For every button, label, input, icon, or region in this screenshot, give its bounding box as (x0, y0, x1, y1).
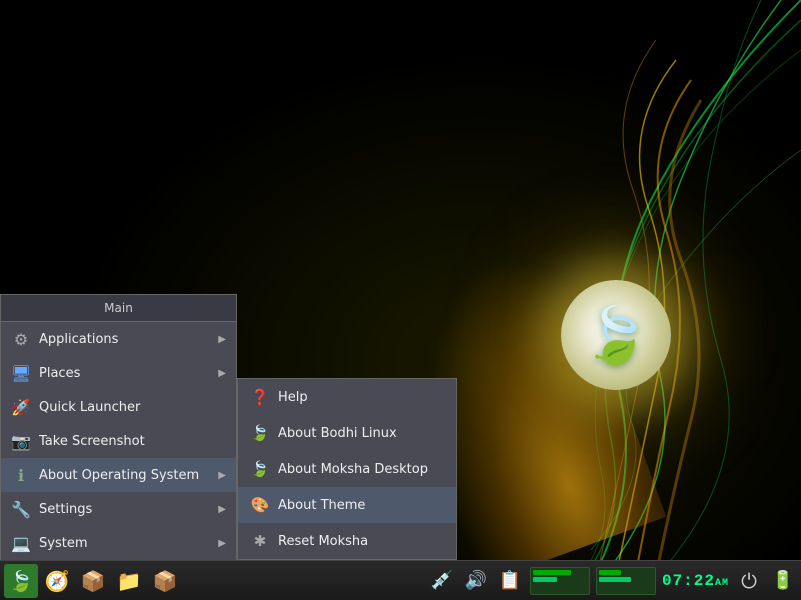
places-arrow: ▶ (218, 368, 226, 379)
taskbar-right: 💉 🔊 📋 07:22AM ⏻ 🔋 (428, 567, 797, 595)
menu-item-places[interactable]: 🖥 Places ▶ (1, 356, 236, 390)
screenshot-label: Take Screenshot (39, 434, 226, 449)
menu-item-about-os[interactable]: ℹ About Operating System ▶ (1, 458, 236, 492)
submenu-about-os: ❓ Help 🍃 About Bodhi Linux 🍃 About Moksh… (237, 378, 457, 560)
about-moksha-label: About Moksha Desktop (278, 462, 428, 477)
power-icon: ⏻ (741, 569, 757, 593)
compass-button[interactable]: 🧭 (40, 564, 74, 598)
cpu-bar (533, 570, 571, 575)
leaf-icon: 🍃 (582, 303, 650, 368)
menu-item-applications[interactable]: ⚙ Applications ▶ (1, 322, 236, 356)
about-bodhi-label: About Bodhi Linux (278, 426, 397, 441)
about-theme-icon: 🎨 (250, 495, 270, 515)
audio-button[interactable]: 🔊 (462, 567, 490, 595)
submenu-about-bodhi[interactable]: 🍃 About Bodhi Linux (238, 415, 456, 451)
compass-icon: 🧭 (45, 569, 70, 593)
audio-icon: 🔊 (465, 570, 487, 591)
about-os-icon: ℹ (11, 465, 31, 485)
menu-item-quick-launcher[interactable]: 🚀 Quick Launcher (1, 390, 236, 424)
about-moksha-icon: 🍃 (250, 459, 270, 479)
about-theme-label: About Theme (278, 498, 365, 513)
quick-launcher-label: Quick Launcher (39, 400, 226, 415)
mem-bar-2 (599, 577, 631, 582)
system-monitor-2 (596, 567, 656, 595)
clock-time: 07:22 (662, 572, 715, 590)
start-button[interactable]: 🍃 (4, 564, 38, 598)
eyedropper-button[interactable]: 💉 (428, 567, 456, 595)
clipboard-icon: 📋 (499, 570, 521, 591)
power-button[interactable]: ⏻ (735, 567, 763, 595)
files-button[interactable]: 📁 (112, 564, 146, 598)
archive-icon: 📦 (81, 569, 106, 593)
screenshot-icon: 📷 (11, 431, 31, 451)
help-icon: ❓ (250, 387, 270, 407)
settings-icon: 🔧 (11, 499, 31, 519)
packages-button[interactable]: 📦 (148, 564, 182, 598)
submenu-about-moksha[interactable]: 🍃 About Moksha Desktop (238, 451, 456, 487)
applications-arrow: ▶ (218, 334, 226, 345)
menu-item-take-screenshot[interactable]: 📷 Take Screenshot (1, 424, 236, 458)
system-monitor (530, 567, 590, 595)
menu-header: Main (1, 295, 236, 322)
about-os-label: About Operating System (39, 468, 210, 483)
bodhi-orb: 🍃 (561, 280, 671, 390)
submenu-reset-moksha[interactable]: ✱ Reset Moksha (238, 523, 456, 559)
applications-icon: ⚙ (11, 329, 31, 349)
battery-button[interactable]: 🔋 (769, 567, 797, 595)
submenu-help[interactable]: ❓ Help (238, 379, 456, 415)
quick-launcher-icon: 🚀 (11, 397, 31, 417)
clipboard-button[interactable]: 📋 (496, 567, 524, 595)
about-bodhi-icon: 🍃 (250, 423, 270, 443)
eyedropper-icon: 💉 (431, 570, 453, 591)
packages-icon: 📦 (153, 569, 178, 593)
system-arrow: ▶ (218, 538, 226, 549)
menu-item-system[interactable]: 💻 System ▶ (1, 526, 236, 560)
about-os-arrow: ▶ (218, 470, 226, 481)
reset-moksha-icon: ✱ (250, 531, 270, 551)
settings-arrow: ▶ (218, 504, 226, 515)
archive-button[interactable]: 📦 (76, 564, 110, 598)
start-icon: 🍃 (9, 569, 34, 593)
taskbar-left: 🍃 🧭 📦 📁 📦 (4, 564, 182, 598)
mem-bar (533, 577, 557, 582)
help-label: Help (278, 390, 308, 405)
battery-icon: 🔋 (772, 570, 794, 591)
system-label: System (39, 536, 210, 551)
taskbar: 🍃 🧭 📦 📁 📦 💉 🔊 📋 (0, 560, 801, 600)
system-icon: 💻 (11, 533, 31, 553)
main-menu: Main ⚙ Applications ▶ 🖥 Places ▶ 🚀 Quick… (0, 294, 237, 560)
applications-label: Applications (39, 332, 210, 347)
settings-label: Settings (39, 502, 210, 517)
places-icon: 🖥 (11, 363, 31, 383)
clock-display: 07:22AM (662, 572, 729, 590)
places-label: Places (39, 366, 210, 381)
files-icon: 📁 (117, 569, 142, 593)
reset-moksha-label: Reset Moksha (278, 534, 368, 549)
cpu-bar-2 (599, 570, 621, 575)
submenu-about-theme[interactable]: 🎨 About Theme (238, 487, 456, 523)
clock-ampm: AM (715, 578, 729, 589)
menu-item-settings[interactable]: 🔧 Settings ▶ (1, 492, 236, 526)
